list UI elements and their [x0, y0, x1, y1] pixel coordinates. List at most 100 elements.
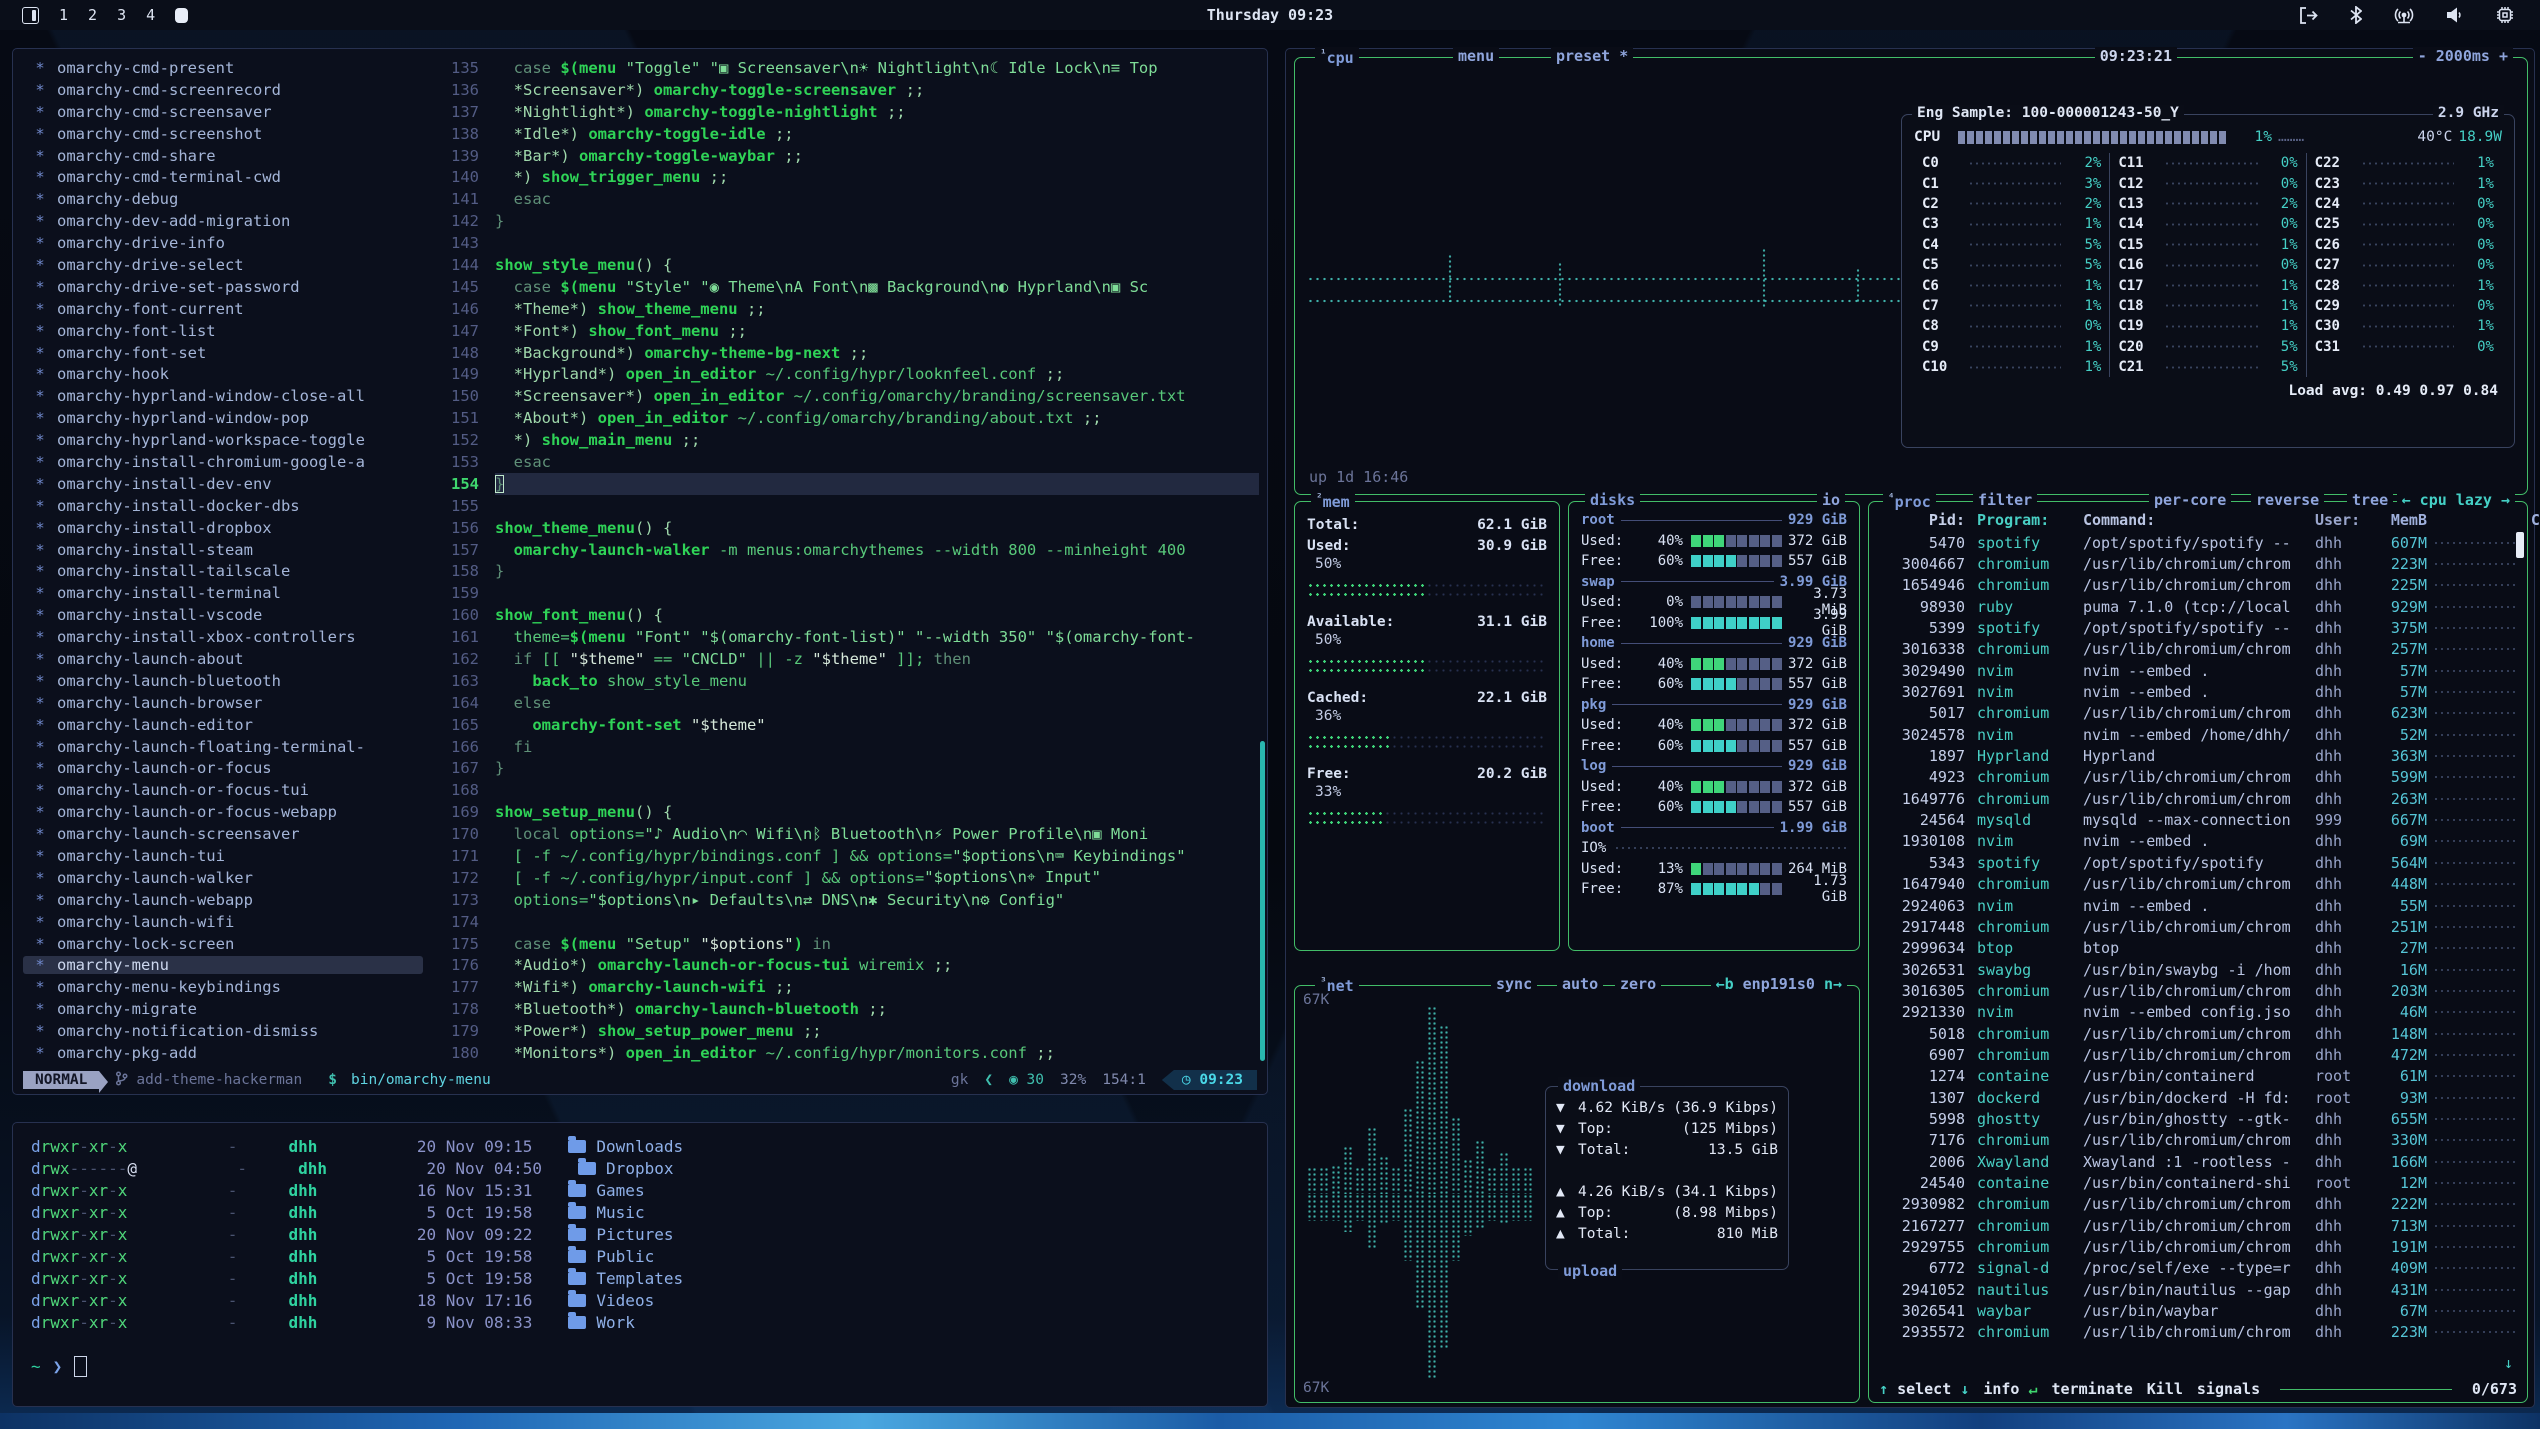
sidebar-item[interactable]: *omarchy-launch-webapp	[23, 891, 423, 909]
code-line[interactable]: *Theme*) show_theme_menu ;;	[495, 298, 1259, 320]
sidebar-item[interactable]: *omarchy-lock-screen	[23, 935, 423, 953]
file-row[interactable]: drwx------@-dhh20 Nov 04:50Dropbox	[31, 1157, 1249, 1179]
code-line[interactable]: }	[495, 560, 1259, 582]
code-line[interactable]: }	[495, 758, 1259, 780]
code-line[interactable]	[495, 495, 1259, 517]
process-row[interactable]: 1647940chromium/usr/lib/chromium/chromdh…	[1879, 874, 2519, 895]
process-row[interactable]: 1654946chromium/usr/lib/chromium/chromdh…	[1879, 575, 2519, 596]
code-line[interactable]: local options="♪ Audio\n◠ Wifi\nᛒ Blueto…	[495, 823, 1259, 845]
process-row[interactable]: 5399spotify/opt/spotify/spotify --dhh375…	[1879, 617, 2519, 638]
sidebar-item[interactable]: *omarchy-cmd-terminal-cwd	[23, 168, 423, 186]
sidebar-item[interactable]: *omarchy-hyprland-window-close-all	[23, 387, 423, 405]
code-line[interactable]: case $(menu "Setup" "$options") in	[495, 933, 1259, 955]
code-line[interactable]: fi	[495, 736, 1259, 758]
code-line[interactable]: *Hyprland*) open_in_editor ~/.config/hyp…	[495, 363, 1259, 385]
code-line[interactable]: back_to show_style_menu	[495, 670, 1259, 692]
sidebar-item[interactable]: *omarchy-drive-info	[23, 234, 423, 252]
sidebar-item[interactable]: *omarchy-install-vscode	[23, 606, 423, 624]
net-zero-tab[interactable]: zero	[1615, 975, 1661, 993]
file-row[interactable]: drwxr-xr-x-dhh5 Oct 19:58Public	[31, 1245, 1249, 1267]
file-row[interactable]: drwxr-xr-x-dhh20 Nov 09:22Pictures	[31, 1223, 1249, 1245]
sidebar-item[interactable]: *omarchy-drive-set-password	[23, 278, 423, 296]
io-tab[interactable]: io	[1817, 491, 1845, 509]
sidebar-item[interactable]: *omarchy-launch-or-focus-tui	[23, 781, 423, 799]
process-row[interactable]: 2917448chromium/usr/lib/chromium/chromdh…	[1879, 916, 2519, 937]
process-row[interactable]: 4923chromium/usr/lib/chromium/chromdhh59…	[1879, 767, 2519, 788]
code-line[interactable]	[495, 582, 1259, 604]
process-row[interactable]: 3024578nvimnvim --embed /home/dhh/dhh52M…	[1879, 724, 2519, 745]
process-row[interactable]: 3016338chromium/usr/lib/chromium/chromdh…	[1879, 639, 2519, 660]
preset-button[interactable]: preset *	[1551, 47, 1633, 65]
code-line[interactable]: *Background*) omarchy-theme-bg-next ;;	[495, 342, 1259, 364]
sidebar-item[interactable]: *omarchy-install-dropbox	[23, 519, 423, 537]
sidebar-item[interactable]: *omarchy-migrate	[23, 1000, 423, 1018]
update-interval[interactable]: - 2000ms +	[2413, 47, 2513, 65]
code-line[interactable]: if [[ "$theme" == "CNCLD" || -z "$theme"…	[495, 648, 1259, 670]
code-line[interactable]: *Font*) show_font_menu ;;	[495, 320, 1259, 342]
sidebar-item[interactable]: *omarchy-launch-screensaver	[23, 825, 423, 843]
sidebar-item[interactable]: *omarchy-cmd-screenrecord	[23, 81, 423, 99]
file-row[interactable]: drwxr-xr-x-dhh18 Nov 17:16Videos	[31, 1289, 1249, 1311]
disks-box-title[interactable]: disks	[1585, 491, 1640, 509]
file-row[interactable]: drwxr-xr-x-dhh9 Nov 08:33Work	[31, 1311, 1249, 1333]
shell-prompt[interactable]: ~ ❯	[31, 1355, 1249, 1377]
sidebar-item[interactable]: *omarchy-dev-add-migration	[23, 212, 423, 230]
process-row[interactable]: 2999634btopbtopdhh27M0.0	[1879, 938, 2519, 959]
network-icon[interactable]	[2394, 7, 2414, 24]
select-button[interactable]: select	[1897, 1380, 1951, 1398]
sidebar-item[interactable]: *omarchy-install-dev-env	[23, 475, 423, 493]
process-row[interactable]: 2006XwaylandXwayland :1 -rootless -dhh16…	[1879, 1151, 2519, 1172]
code-line[interactable]: [ -f ~/.config/hypr/input.conf ] && opti…	[495, 867, 1259, 889]
cpu-box-title[interactable]: ¹cpu	[1315, 47, 1359, 67]
process-row[interactable]: 3027691nvimnvim --embed .dhh57M0.0	[1879, 681, 2519, 702]
sidebar-item[interactable]: *omarchy-launch-or-focus-webapp	[23, 803, 423, 821]
code-line[interactable]: *About*) open_in_editor ~/.config/omarch…	[495, 407, 1259, 429]
sidebar-item[interactable]: *omarchy-launch-editor	[23, 716, 423, 734]
proc-percore-tab[interactable]: per-core	[2149, 491, 2231, 509]
sidebar-item[interactable]: *omarchy-launch-browser	[23, 694, 423, 712]
code-line[interactable]: *Bluetooth*) omarchy-launch-bluetooth ;;	[495, 998, 1259, 1020]
sidebar-item[interactable]: *omarchy-install-tailscale	[23, 562, 423, 580]
sidebar-item[interactable]: *omarchy-hyprland-window-pop	[23, 409, 423, 427]
sidebar-item[interactable]: *omarchy-install-docker-dbs	[23, 497, 423, 515]
kill-button[interactable]: Kill	[2147, 1380, 2183, 1398]
code-line[interactable]: *Nightlight*) omarchy-toggle-nightlight …	[495, 101, 1259, 123]
process-row[interactable]: 1307dockerd/usr/bin/dockerd -H fd:root93…	[1879, 1087, 2519, 1108]
process-row[interactable]: 5018chromium/usr/lib/chromium/chromdhh14…	[1879, 1023, 2519, 1044]
proc-reverse-tab[interactable]: reverse	[2251, 491, 2324, 509]
sidebar-item[interactable]: *omarchy-install-chromium-google-a	[23, 453, 423, 471]
proc-sort-selector[interactable]: ← cpu lazy →	[2397, 491, 2515, 509]
code-line[interactable]: *Screensaver*) open_in_editor ~/.config/…	[495, 385, 1259, 407]
signals-button[interactable]: signals	[2197, 1380, 2260, 1398]
bluetooth-icon[interactable]	[2350, 6, 2362, 24]
sidebar-item[interactable]: *omarchy-hook	[23, 365, 423, 383]
memory-box-title[interactable]: ²mem	[1311, 491, 1355, 511]
code-line[interactable]: *Bar*) omarchy-toggle-waybar ;;	[495, 145, 1259, 167]
sidebar-item[interactable]: *omarchy-install-steam	[23, 541, 423, 559]
code-line[interactable]	[495, 911, 1259, 933]
code-line[interactable]: [ -f ~/.config/hypr/bindings.conf ] && o…	[495, 845, 1259, 867]
process-row[interactable]: 5343spotify/opt/spotify/spotifydhh564M0.…	[1879, 852, 2519, 873]
sidebar-item[interactable]: *omarchy-launch-or-focus	[23, 759, 423, 777]
info-button[interactable]: info ↵	[1983, 1380, 2037, 1398]
sidebar-item[interactable]: *omarchy-font-current	[23, 300, 423, 318]
proc-filter-tab[interactable]: filter	[1973, 491, 2037, 509]
process-row[interactable]: 2930982chromium/usr/lib/chromium/chromdh…	[1879, 1194, 2519, 1215]
proc-scroll-down-arrow[interactable]: ↓	[2504, 1354, 2513, 1372]
process-row[interactable]: 24564mysqldmysqld --max-connection999667…	[1879, 809, 2519, 830]
sidebar-item[interactable]: *omarchy-notification-dismiss	[23, 1022, 423, 1040]
code-line[interactable]	[495, 779, 1259, 801]
sidebar-item[interactable]: *omarchy-launch-bluetooth	[23, 672, 423, 690]
process-row[interactable]: 5998ghostty/usr/bin/ghostty --gtk-dhh655…	[1879, 1108, 2519, 1129]
code-line[interactable]: }	[495, 473, 1259, 495]
file-row[interactable]: drwxr-xr-x-dhh5 Oct 19:58Music	[31, 1201, 1249, 1223]
sidebar-item[interactable]: *omarchy-launch-about	[23, 650, 423, 668]
sidebar-item[interactable]: *omarchy-cmd-screenshot	[23, 125, 423, 143]
process-row[interactable]: 6772signal-d/proc/self/exe --type=rdhh40…	[1879, 1258, 2519, 1279]
code-line[interactable]: *Screensaver*) omarchy-toggle-screensave…	[495, 79, 1259, 101]
process-row[interactable]: 2935572chromium/usr/lib/chromium/chromdh…	[1879, 1322, 2519, 1343]
editor-scrollbar[interactable]	[1260, 741, 1265, 1061]
process-row[interactable]: 1897HyprlandHyprlanddhh363M0.0	[1879, 745, 2519, 766]
volume-icon[interactable]	[2446, 7, 2464, 23]
sidebar-item[interactable]: *omarchy-launch-floating-terminal-	[23, 738, 423, 756]
